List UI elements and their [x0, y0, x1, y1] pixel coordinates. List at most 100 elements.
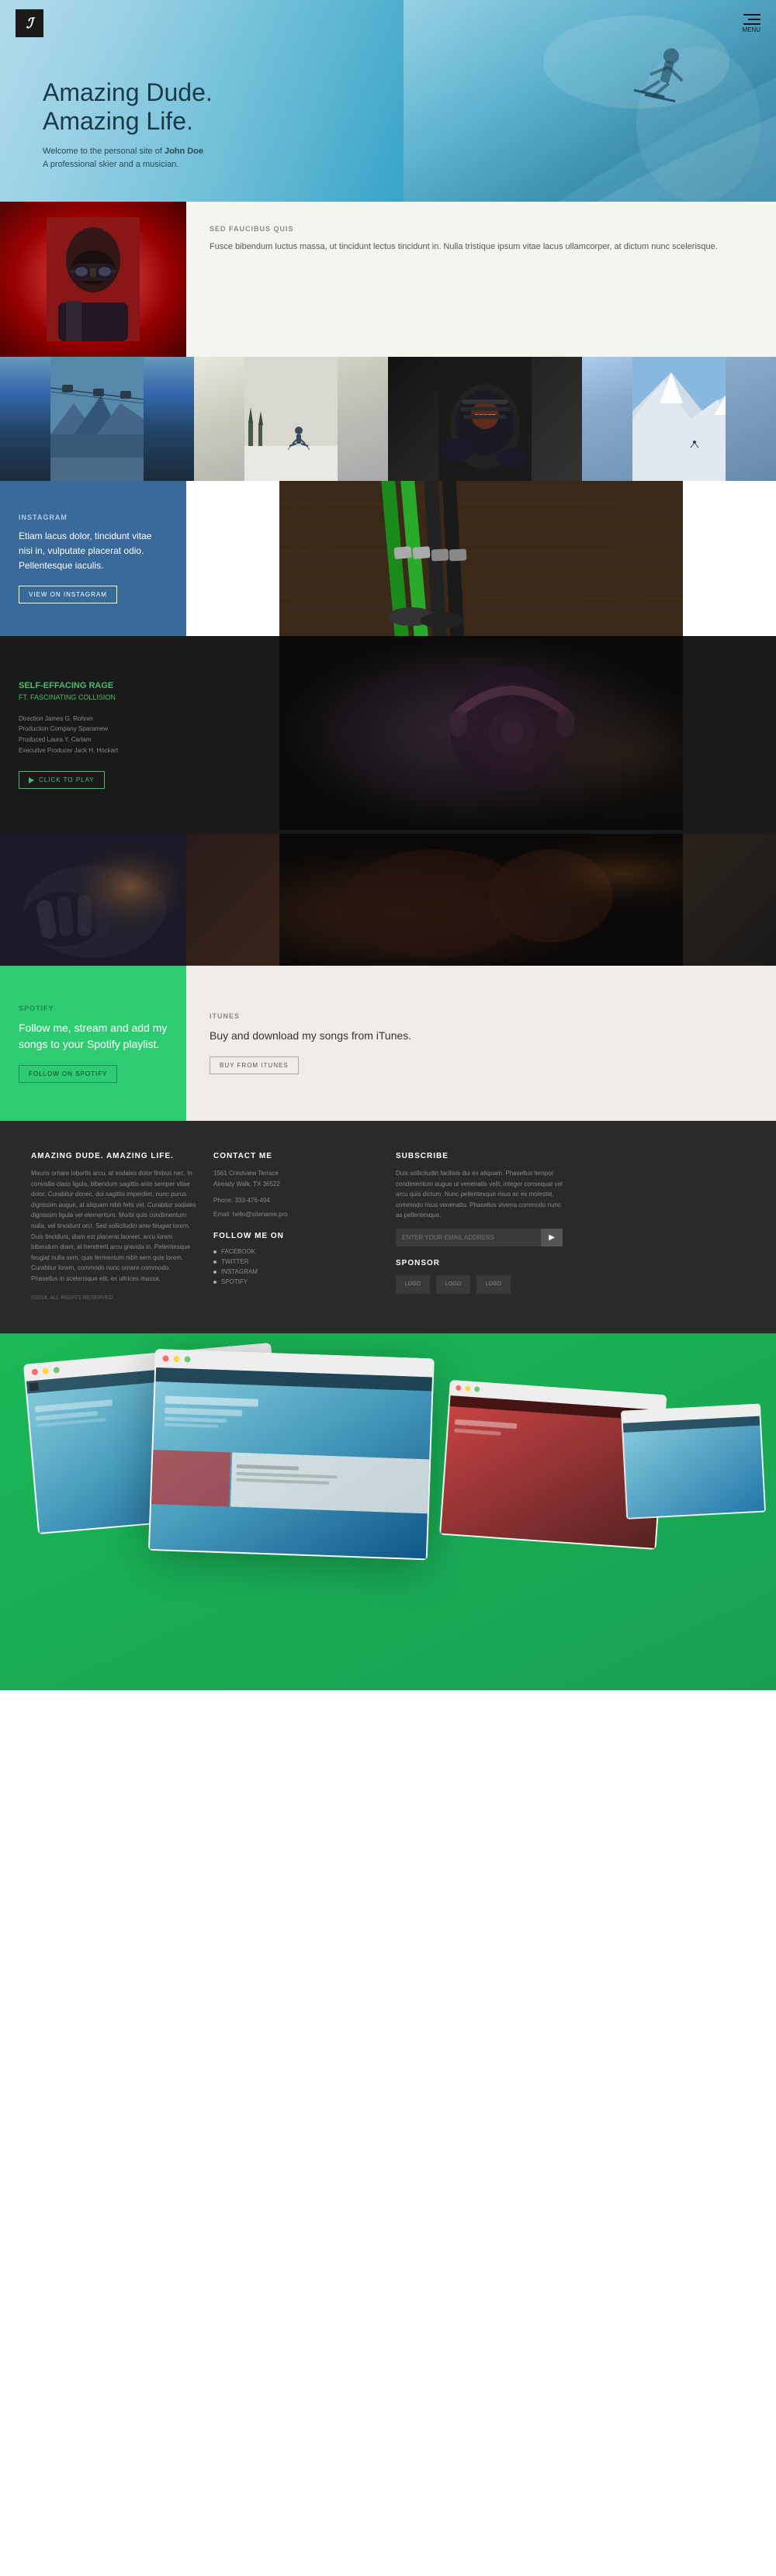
- footer-subscribe-title: SUBSCRIBE: [396, 1152, 563, 1160]
- device-mockups-image: [0, 1333, 776, 1690]
- bullet-icon: [213, 1260, 217, 1264]
- photo-grid-item-3: SCOTT: [388, 357, 582, 481]
- mockup-section: [0, 1333, 776, 1690]
- footer-sponsor-title: SPONSOR: [396, 1259, 563, 1267]
- music-subtitle: FT. FASCINATING COLLISION: [19, 693, 168, 701]
- social-twitter[interactable]: TWITTER: [213, 1258, 380, 1265]
- hero-description: A professional skier and a musician.: [43, 160, 178, 169]
- spotify-button[interactable]: FOLLOW ON SPOTIFY: [19, 1065, 117, 1083]
- footer-contact-title: CONTACT ME: [213, 1152, 380, 1160]
- footer-social-title: FOLLOW ME ON: [213, 1232, 380, 1240]
- mountain-image: [582, 357, 776, 481]
- music-background-image: [186, 636, 776, 830]
- social-instagram-label: INSTAGRAM: [221, 1268, 258, 1275]
- photo-grid-item-2: [194, 357, 388, 481]
- footer-subscribe-column: SUBSCRIBE Duis sollicitudin facilisis du…: [396, 1152, 563, 1302]
- footer-subscribe-text: Duis sollicitudin facilisis dui ex aliqu…: [396, 1168, 563, 1221]
- bullet-icon: [213, 1250, 217, 1253]
- spotify-label: SPOTIFY: [19, 1004, 168, 1012]
- footer-phone: Phone: 333-476-494: [213, 1195, 380, 1206]
- itunes-button[interactable]: BUY FROM ITUNES: [210, 1056, 299, 1074]
- sponsor-logos: LOGO LOGO LOGO: [396, 1275, 563, 1294]
- instagram-label: INSTAGRAM: [19, 513, 168, 521]
- skier-portrait-photo: [0, 202, 186, 357]
- red-photo-overlay: [0, 202, 186, 357]
- hero-subtitle: Welcome to the personal site of John Doe…: [43, 145, 213, 171]
- bullet-icon: [213, 1281, 217, 1284]
- menu-button[interactable]: MENU: [742, 14, 760, 33]
- subscribe-submit-button[interactable]: ▶: [541, 1229, 563, 1247]
- detail-photo-right: [186, 834, 776, 966]
- credit-executive: Executive Producer Jack H. Hockart: [19, 745, 168, 756]
- itunes-panel: ITUNES Buy and download my songs from iT…: [186, 966, 776, 1121]
- ski-boot-image: SCOTT: [388, 357, 582, 481]
- social-facebook[interactable]: FACEBOOK: [213, 1248, 380, 1255]
- music-info-panel: SELF-EFFACING RAGE FT. FASCINATING COLLI…: [0, 636, 186, 834]
- footer: AMAZING DUDE. AMAZING LIFE. Mauris ornar…: [0, 1121, 776, 1333]
- social-spotify-label: SPOTIFY: [221, 1278, 248, 1285]
- skier-face-illustration: [47, 217, 140, 341]
- detail-photo-left: [0, 834, 186, 966]
- subscribe-email-input[interactable]: [396, 1229, 541, 1247]
- spotify-text: Follow me, stream and add my songs to yo…: [19, 1020, 168, 1053]
- play-icon: [29, 777, 34, 783]
- ski-photo-image: [186, 481, 776, 636]
- footer-brand-column: AMAZING DUDE. AMAZING LIFE. Mauris ornar…: [31, 1152, 198, 1302]
- social-facebook-label: FACEBOOK: [221, 1248, 255, 1255]
- footer-copyright: ©2014, ALL RIGHTS RESERVED.: [31, 1294, 198, 1303]
- section-body-text: Fusce bibendum luctus massa, ut tincidun…: [210, 240, 753, 254]
- music-visual-panel: [186, 636, 776, 834]
- ski-lift-image: [0, 357, 194, 481]
- footer-email: Email: hello@sitename.pro: [213, 1209, 380, 1220]
- social-spotify[interactable]: SPOTIFY: [213, 1278, 380, 1285]
- ski-equipment-photo: [186, 481, 776, 636]
- logo-text: ℐ: [26, 16, 33, 32]
- instagram-section: INSTAGRAM Etiam lacus dolor, tincidunt v…: [0, 481, 776, 636]
- music-section: SELF-EFFACING RAGE FT. FASCINATING COLLI…: [0, 636, 776, 834]
- detail-photo-row: [0, 834, 776, 966]
- photo-grid-item-1: [0, 357, 194, 481]
- instagram-text: Etiam lacus dolor, tincidunt vitae nisi …: [19, 529, 168, 574]
- instagram-panel: INSTAGRAM Etiam lacus dolor, tincidunt v…: [0, 481, 186, 636]
- streaming-section: SPOTIFY Follow me, stream and add my son…: [0, 966, 776, 1121]
- footer-brand-text: Mauris ornare lobortis arcu, at sodales …: [31, 1168, 198, 1285]
- about-text-panel: SED FAUCIBUS QUIS Fusce bibendum luctus …: [186, 202, 776, 357]
- subscribe-form: ▶: [396, 1229, 563, 1247]
- hero-subtitle-text: Welcome to the personal site of: [43, 147, 162, 156]
- music-credits: Direction James G. Rohner Production Com…: [19, 714, 168, 756]
- mockup-background: [0, 1333, 776, 1690]
- hero-name: John Doe: [165, 147, 203, 156]
- dark-photo-right-image: [186, 834, 776, 966]
- spotify-panel: SPOTIFY Follow me, stream and add my son…: [0, 966, 186, 1121]
- hero-content: Amazing Dude. Amazing Life. Welcome to t…: [43, 78, 213, 171]
- credit-produced: Produced Laura Y. Carlam: [19, 735, 168, 745]
- skier-small-image: [194, 357, 388, 481]
- music-title: SELF-EFFACING RAGE: [19, 681, 168, 690]
- footer-extra-column: [578, 1152, 745, 1302]
- hero-title-line1: Amazing Dude.: [43, 78, 213, 106]
- sponsor-logo-3: LOGO: [476, 1275, 511, 1294]
- itunes-label: ITUNES: [210, 1012, 753, 1020]
- hero-title-line2: Amazing Life.: [43, 107, 193, 135]
- social-instagram[interactable]: INSTAGRAM: [213, 1268, 380, 1275]
- credit-direction: Direction James G. Rohner: [19, 714, 168, 724]
- sponsor-logo-2: LOGO: [436, 1275, 470, 1294]
- menu-label: MENU: [742, 26, 760, 33]
- social-twitter-label: TWITTER: [221, 1258, 249, 1265]
- site-logo[interactable]: ℐ: [16, 9, 43, 37]
- hero-title: Amazing Dude. Amazing Life.: [43, 78, 213, 136]
- play-button-label: CLICK TO PLAY: [39, 776, 95, 783]
- sponsor-logo-1: LOGO: [396, 1275, 430, 1294]
- footer-contact-column: CONTACT ME 1561 Crestview TerraceAlready…: [213, 1152, 380, 1302]
- footer-brand-title: AMAZING DUDE. AMAZING LIFE.: [31, 1152, 198, 1160]
- itunes-text: Buy and download my songs from iTunes.: [210, 1028, 753, 1044]
- credit-production: Production Company Sparamew: [19, 724, 168, 735]
- navigation: ℐ MENU: [0, 0, 776, 47]
- play-button[interactable]: CLICK TO PLAY: [19, 771, 105, 789]
- instagram-button[interactable]: VIEW ON INSTAGRAM: [19, 586, 117, 603]
- photo-grid: SCOTT: [0, 357, 776, 481]
- photo-grid-item-4: [582, 357, 776, 481]
- hamburger-icon: [743, 14, 760, 25]
- hands-detail-image: [0, 834, 186, 966]
- about-section: SED FAUCIBUS QUIS Fusce bibendum luctus …: [0, 202, 776, 357]
